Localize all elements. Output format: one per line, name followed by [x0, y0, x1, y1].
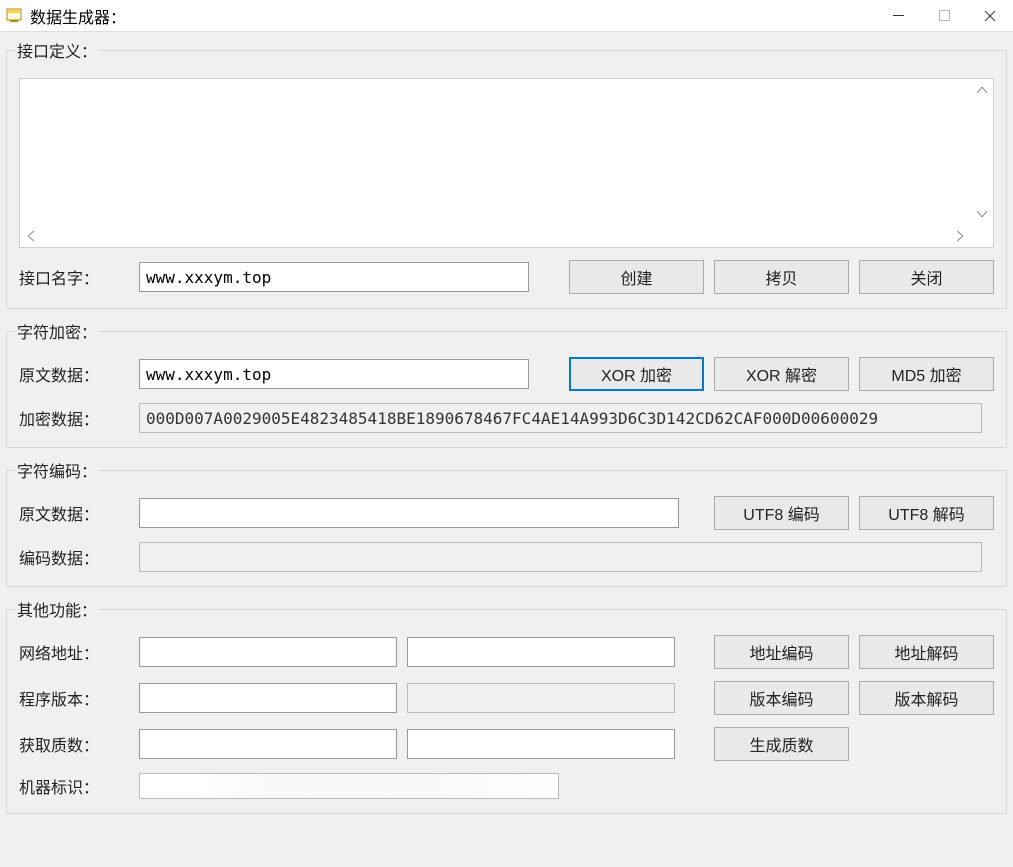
interface-definition-textarea-wrap [19, 78, 994, 248]
char-encrypt-group: 字符加密： 原文数据： XOR 加密 XOR 解密 MD5 加密 加密数据： [6, 319, 1007, 448]
interface-definition-legend: 接口定义： [15, 38, 99, 62]
prime-input-1[interactable] [139, 729, 397, 759]
utf8-encode-button[interactable]: UTF8 编码 [714, 496, 849, 530]
close-button[interactable] [967, 0, 1013, 32]
char-encrypt-legend: 字符加密： [15, 319, 99, 343]
encode-plain-input[interactable] [139, 498, 679, 528]
encrypt-plain-label: 原文数据： [19, 362, 129, 386]
interface-name-input[interactable] [139, 262, 529, 292]
net-addr-input-2[interactable] [407, 637, 675, 667]
copy-button[interactable]: 拷贝 [714, 260, 849, 294]
char-encode-group: 字符编码： 原文数据： UTF8 编码 UTF8 解码 编码数据： [6, 458, 1007, 587]
net-addr-label: 网络地址： [19, 640, 129, 664]
xor-encrypt-button[interactable]: XOR 加密 [569, 357, 704, 391]
interface-name-label: 接口名字： [19, 265, 129, 289]
other-functions-legend: 其他功能： [15, 597, 99, 621]
titlebar: 数据生成器： [0, 0, 1013, 32]
char-encode-legend: 字符编码： [15, 458, 99, 482]
encode-output[interactable] [139, 542, 982, 572]
encrypt-cipher-label: 加密数据： [19, 406, 129, 430]
encode-plain-label: 原文数据： [19, 501, 129, 525]
minimize-button[interactable] [875, 0, 921, 32]
machine-id-label: 机器标识： [19, 774, 129, 798]
hscroll-track[interactable] [42, 225, 949, 247]
interface-definition-textarea[interactable] [20, 79, 971, 225]
encrypt-plain-input[interactable] [139, 359, 529, 389]
prime-label: 获取质数： [19, 732, 129, 756]
scroll-down-button[interactable] [971, 203, 993, 225]
addr-decode-button[interactable]: 地址解码 [859, 635, 994, 669]
addr-encode-button[interactable]: 地址编码 [714, 635, 849, 669]
interface-definition-group: 接口定义： 接口名字： 创建 拷贝 关闭 [6, 38, 1007, 309]
version-decode-button[interactable]: 版本解码 [859, 681, 994, 715]
encode-output-label: 编码数据： [19, 545, 129, 569]
version-input-2[interactable] [407, 683, 675, 713]
gen-prime-button[interactable]: 生成质数 [714, 727, 849, 761]
window-title: 数据生成器： [30, 4, 126, 28]
md5-encrypt-button[interactable]: MD5 加密 [859, 357, 994, 391]
utf8-decode-button[interactable]: UTF8 解码 [859, 496, 994, 530]
xor-decrypt-button[interactable]: XOR 解密 [714, 357, 849, 391]
create-button[interactable]: 创建 [569, 260, 704, 294]
net-addr-input-1[interactable] [139, 637, 397, 667]
window-controls [875, 0, 1013, 32]
machine-id-output [139, 773, 559, 799]
prime-input-2[interactable] [407, 729, 675, 759]
scroll-up-button[interactable] [971, 79, 993, 101]
maximize-button[interactable] [921, 0, 967, 32]
other-functions-group: 其他功能： 网络地址： 地址编码 地址解码 程序版本： 版本编码 版本解码 获取… [6, 597, 1007, 814]
version-encode-button[interactable]: 版本编码 [714, 681, 849, 715]
app-icon [6, 8, 24, 24]
version-input-1[interactable] [139, 683, 397, 713]
scroll-left-button[interactable] [20, 225, 42, 247]
encrypt-cipher-output[interactable] [139, 403, 982, 433]
version-label: 程序版本： [19, 686, 129, 710]
close-interface-button[interactable]: 关闭 [859, 260, 994, 294]
scroll-right-button[interactable] [949, 225, 971, 247]
